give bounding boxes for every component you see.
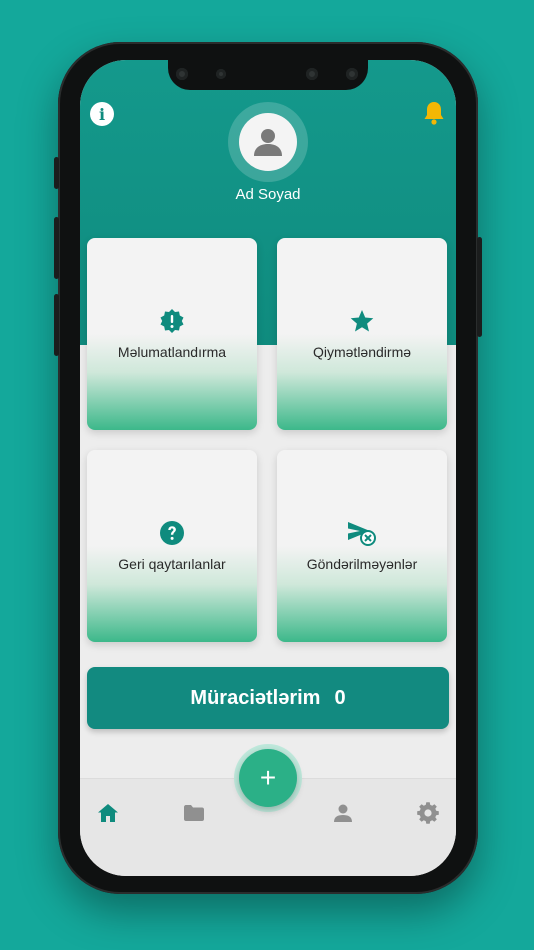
side-button-right bbox=[477, 237, 482, 337]
info-icon[interactable]: i bbox=[90, 102, 114, 126]
avatar-ring[interactable] bbox=[228, 102, 308, 182]
card-returned[interactable]: Geri qaytarılanlar bbox=[87, 450, 257, 642]
side-button-left-3 bbox=[54, 294, 59, 356]
card-label: Qiymətləndirmə bbox=[312, 344, 412, 360]
person-icon bbox=[254, 129, 282, 156]
phone-frame: i Ad Soyad Məlumatlandırma Qiymətləndirm… bbox=[54, 42, 482, 894]
home-icon bbox=[98, 804, 118, 822]
side-button-left-2 bbox=[54, 217, 59, 279]
card-informing[interactable]: Məlumatlandırma bbox=[87, 238, 257, 430]
card-label: Geri qaytarılanlar bbox=[118, 556, 226, 572]
card-label: Göndərilməyənlər bbox=[306, 556, 418, 572]
question-icon bbox=[87, 520, 257, 546]
nav-profile[interactable] bbox=[331, 801, 355, 825]
folder-icon bbox=[184, 805, 204, 821]
alert-badge-icon bbox=[87, 308, 257, 334]
person-icon bbox=[334, 804, 352, 822]
nav-settings[interactable] bbox=[416, 801, 440, 825]
gear-icon bbox=[417, 802, 439, 824]
user-name: Ad Soyad bbox=[235, 186, 301, 203]
applications-count: 0 bbox=[334, 686, 346, 709]
sensor-dot bbox=[346, 68, 358, 80]
nav-home[interactable] bbox=[96, 801, 120, 825]
sensor-dot bbox=[216, 69, 226, 79]
card-not-sent[interactable]: Göndərilməyənlər bbox=[277, 450, 447, 642]
applications-label: Müraciətlərim bbox=[190, 686, 321, 709]
fab-ring: + bbox=[234, 744, 302, 812]
nav-folder[interactable] bbox=[182, 801, 206, 825]
camera-dot bbox=[306, 68, 318, 80]
app-screen: i Ad Soyad Məlumatlandırma Qiymətləndirm… bbox=[80, 60, 456, 876]
notch bbox=[168, 60, 368, 90]
applications-button[interactable]: Müraciətlərim 0 bbox=[87, 667, 449, 729]
card-label: Məlumatlandırma bbox=[117, 344, 227, 360]
plus-icon: + bbox=[259, 762, 277, 793]
sensor-dot bbox=[176, 68, 188, 80]
add-button[interactable]: + bbox=[239, 749, 297, 807]
star-icon bbox=[277, 308, 447, 334]
avatar[interactable] bbox=[239, 113, 297, 171]
bell-icon[interactable] bbox=[422, 100, 446, 126]
side-button-left-1 bbox=[54, 157, 59, 189]
card-evaluation[interactable]: Qiymətləndirmə bbox=[277, 238, 447, 430]
send-cancel-icon bbox=[277, 520, 447, 546]
